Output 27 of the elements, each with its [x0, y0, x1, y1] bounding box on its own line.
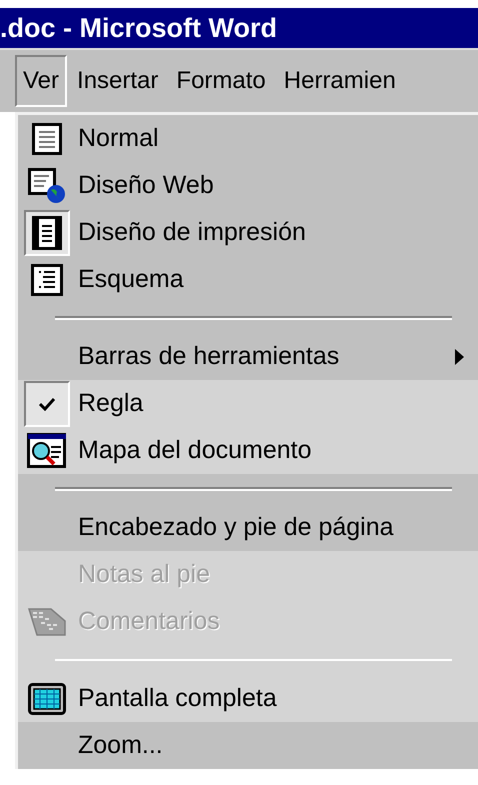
menu-item-label: Zoom... — [77, 730, 164, 761]
menu-bar-item[interactable]: Insertar — [69, 55, 166, 107]
menu-bar-item[interactable]: Formato — [168, 55, 274, 107]
menu-item-label: Normal — [77, 122, 160, 154]
menu-item-label: Diseño Web — [77, 170, 215, 201]
menu-item[interactable]: Pantalla completa — [18, 675, 478, 722]
web-page-icon — [28, 168, 66, 204]
menu-item-label: Pantalla completa — [77, 682, 278, 714]
menu-item[interactable]: Regla — [18, 380, 478, 427]
outline-icon — [30, 264, 62, 296]
full-screen-icon — [28, 682, 66, 714]
page-layout-icon — [32, 216, 62, 250]
submenu-arrow-icon — [455, 348, 464, 364]
checkmark-icon — [38, 396, 54, 410]
menu-bar-item[interactable]: Herramien — [276, 55, 404, 107]
menu-item-label: Regla — [77, 388, 144, 419]
menu-item-label: Barras de herramientas — [77, 340, 340, 372]
menu-item-label: Diseño de impresión — [77, 216, 307, 248]
menu-bar-item[interactable]: Ver — [15, 55, 68, 107]
window-title: .doc - Microsoft Word — [0, 14, 277, 42]
magnifier-document-icon — [26, 432, 66, 468]
menu-item-label: Esquema — [77, 264, 185, 295]
menu-item-label: Encabezado y pie de página — [77, 512, 395, 543]
menu-item[interactable]: Mapa del documento — [18, 427, 478, 474]
menu-item-label: Mapa del documento — [77, 434, 312, 466]
document-icon — [32, 122, 62, 154]
comments-icon — [26, 606, 66, 636]
